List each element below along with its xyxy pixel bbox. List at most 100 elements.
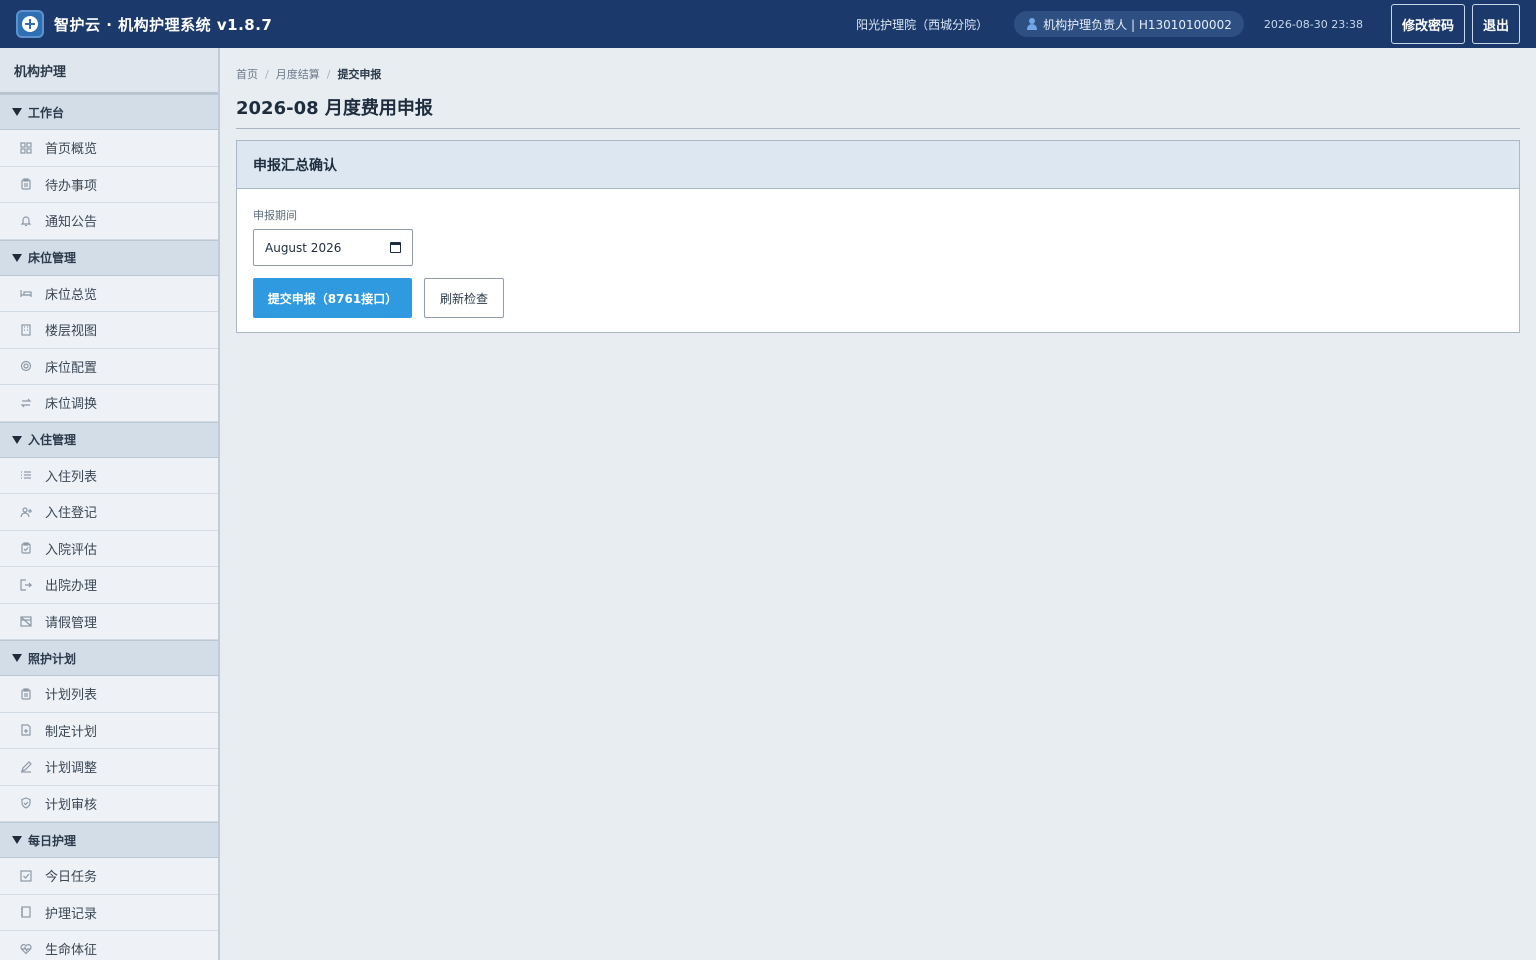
bed-icon — [20, 287, 32, 299]
sidebar-item-label: 护理记录 — [45, 906, 98, 922]
calendar-off-icon — [20, 615, 32, 627]
sidebar-item-label: 床位总览 — [45, 287, 98, 303]
grid-icon — [20, 142, 32, 154]
sidebar-item-label: 制定计划 — [45, 724, 98, 740]
sidebar-item-label: 入院评估 — [45, 542, 98, 558]
calendar-icon[interactable] — [390, 242, 401, 253]
user-badge: 机构护理负责人 | H13010100002 — [1014, 11, 1244, 37]
logout-button[interactable]: 退出 — [1471, 4, 1520, 44]
gear-icon — [20, 360, 32, 372]
user-icon — [1026, 18, 1038, 30]
submit-declaration-button[interactable]: 提交申报（8761接口） — [253, 278, 412, 318]
caret-down-icon — [12, 108, 22, 116]
sidebar-item-label: 首页概览 — [45, 142, 98, 158]
clipboard-icon — [20, 688, 32, 700]
sidebar-item-label: 计划调整 — [45, 761, 98, 777]
change-password-button[interactable]: 修改密码 — [1390, 4, 1465, 44]
sidebar-item-label: 生命体征 — [45, 943, 98, 959]
main-content: 首页 / 月度结算 / 提交申报 2026-08 月度费用申报 申报汇总确认 申… — [236, 48, 1520, 333]
sidebar-group-admission[interactable]: 入住管理 — [0, 421, 218, 458]
breadcrumb-current: 提交申报 — [337, 68, 382, 81]
sidebar-item-leave[interactable]: 请假管理 — [0, 603, 218, 640]
bell-icon — [20, 215, 32, 227]
sidebar-item-discharge[interactable]: 出院办理 — [0, 567, 218, 604]
sidebar-item-label: 计划审核 — [45, 797, 98, 813]
sidebar-item-overview[interactable]: 首页概览 — [0, 130, 218, 167]
sidebar-item-bed-config[interactable]: 床位配置 — [0, 348, 218, 385]
user-plus-icon — [20, 506, 32, 518]
period-label: 申报期间 — [253, 209, 297, 222]
sidebar-item-plan-list[interactable]: 计划列表 — [0, 676, 218, 713]
sidebar-item-label: 入住登记 — [45, 506, 98, 522]
sidebar-group-label: 每日护理 — [28, 833, 77, 848]
sidebar-item-label: 入住列表 — [45, 469, 98, 485]
sidebar-item-label: 楼层视图 — [45, 324, 98, 340]
period-value: August 2026 — [265, 240, 342, 255]
period-month-input[interactable]: August 2026 — [253, 229, 413, 266]
sidebar-item-today-tasks[interactable]: 今日任务 — [0, 858, 218, 895]
sidebar-group-workbench[interactable]: 工作台 — [0, 94, 218, 130]
sidebar-title: 机构护理 — [0, 48, 218, 94]
building-icon — [20, 324, 32, 336]
sidebar-item-todo[interactable]: 待办事项 — [0, 166, 218, 203]
sidebar-item-bed-swap[interactable]: 床位调换 — [0, 385, 218, 422]
sidebar-group-care-plan[interactable]: 照护计划 — [0, 640, 218, 676]
sidebar-group-label: 照护计划 — [28, 651, 77, 666]
sidebar-item-admission-register[interactable]: 入住登记 — [0, 494, 218, 531]
sidebar-item-label: 出院办理 — [45, 579, 98, 595]
caret-down-icon — [12, 836, 22, 844]
sidebar-group-daily-care[interactable]: 每日护理 — [0, 822, 218, 858]
breadcrumb-link-home[interactable]: 首页 — [236, 66, 258, 82]
swap-icon — [20, 397, 32, 409]
current-datetime: 2026-08-30 23:38 — [1263, 17, 1363, 31]
exit-icon — [20, 579, 32, 591]
breadcrumb-link-monthly-settlement[interactable]: 月度结算 — [276, 66, 320, 82]
sidebar-item-label: 通知公告 — [45, 215, 98, 231]
app-logo-icon — [16, 10, 44, 38]
sidebar-item-admission-assessment[interactable]: 入院评估 — [0, 530, 218, 567]
list-icon — [20, 469, 32, 481]
sidebar-group-label: 工作台 — [28, 105, 65, 120]
sidebar-group-label: 床位管理 — [28, 251, 77, 265]
sidebar-item-notices[interactable]: 通知公告 — [0, 203, 218, 240]
sidebar-item-label: 床位配置 — [45, 360, 98, 376]
sidebar: 机构护理 工作台 首页概览 待办事项 通知公告 床位管理 床位总览 楼层视图 床… — [0, 48, 220, 960]
notebook-icon — [20, 906, 32, 918]
sidebar-item-plan-create[interactable]: 制定计划 — [0, 712, 218, 749]
sidebar-item-label: 床位调换 — [45, 397, 98, 413]
clipboard-check-icon — [20, 542, 32, 554]
checkbox-icon — [20, 870, 32, 882]
sidebar-item-care-records[interactable]: 护理记录 — [0, 894, 218, 931]
pencil-icon — [20, 760, 32, 773]
sidebar-group-beds[interactable]: 床位管理 — [0, 239, 218, 276]
breadcrumb-separator: / — [265, 67, 269, 81]
clipboard-icon — [20, 178, 32, 190]
user-label: 机构护理负责人 | H13010100002 — [1043, 17, 1232, 32]
title-divider — [236, 128, 1520, 129]
sidebar-item-label: 今日任务 — [45, 870, 98, 886]
sidebar-item-bed-overview[interactable]: 床位总览 — [0, 275, 218, 312]
sidebar-item-vital-signs[interactable]: 生命体征 — [0, 931, 218, 960]
caret-down-icon — [12, 654, 22, 662]
sidebar-item-label: 请假管理 — [45, 615, 98, 631]
sidebar-item-label: 计划列表 — [45, 688, 98, 704]
breadcrumb-separator: / — [326, 67, 331, 81]
header-right: 阳光护理院（西城分院） 机构护理负责人 | H13010100002 2026-… — [856, 0, 1536, 48]
top-header: 智护云 · 机构护理系统 v1.8.7 阳光护理院（西城分院） 机构护理负责人 … — [0, 0, 1536, 48]
sidebar-item-admission-list[interactable]: 入住列表 — [0, 457, 218, 494]
action-buttons: 提交申报（8761接口） 刷新检查 — [253, 278, 1503, 318]
caret-down-icon — [12, 435, 22, 444]
panel-body: 申报期间 August 2026 提交申报（8761接口） 刷新检查 — [237, 189, 1519, 336]
panel-title: 申报汇总确认 — [237, 141, 1519, 189]
heart-pulse-icon — [20, 943, 32, 955]
file-plus-icon — [20, 724, 32, 736]
sidebar-group-label: 入住管理 — [28, 433, 77, 447]
sidebar-item-floor-view[interactable]: 楼层视图 — [0, 312, 218, 349]
sidebar-item-plan-review[interactable]: 计划审核 — [0, 785, 218, 822]
org-name: 阳光护理院（西城分院） — [856, 17, 989, 32]
page-title: 2026-08 月度费用申报 — [236, 98, 433, 119]
sidebar-item-plan-adjust[interactable]: 计划调整 — [0, 749, 218, 786]
refresh-check-button[interactable]: 刷新检查 — [424, 278, 504, 318]
summary-panel: 申报汇总确认 申报期间 August 2026 提交申报（8761接口） 刷新检… — [236, 140, 1520, 333]
caret-down-icon — [12, 253, 22, 262]
